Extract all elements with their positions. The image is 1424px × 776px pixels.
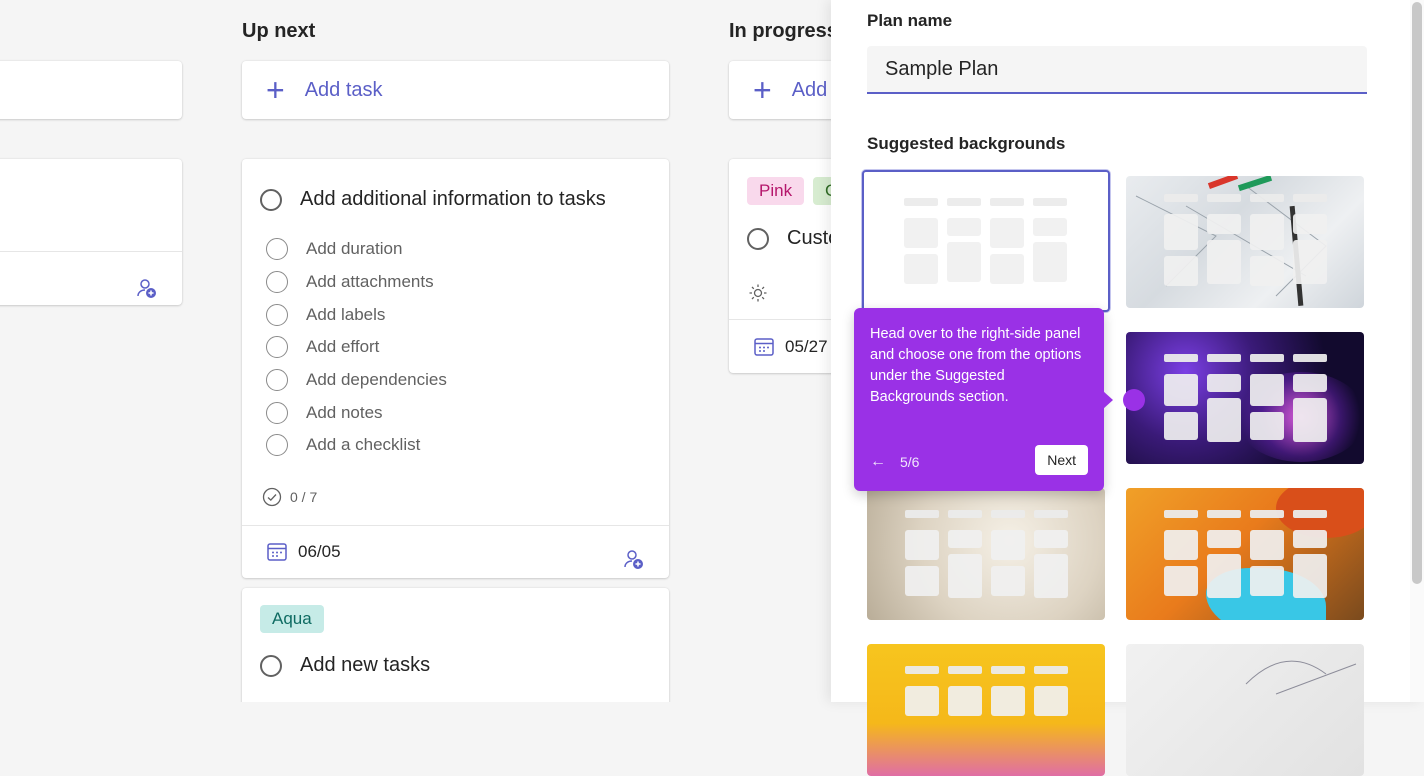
plus-icon: +	[753, 72, 772, 108]
background-option-light-sketch[interactable]	[1126, 644, 1364, 776]
task-title-row: Add new tasks	[260, 654, 430, 677]
task-card-add-new-tasks[interactable]: Aqua Add new tasks	[242, 588, 669, 702]
background-option-default[interactable]	[862, 170, 1110, 312]
task-complete-checkbox[interactable]	[260, 654, 282, 677]
tooltip-pointer	[1103, 391, 1113, 409]
tour-beacon[interactable]	[1123, 389, 1145, 411]
label-tag-green: G	[813, 177, 831, 205]
board-preview-graphic	[904, 198, 1067, 284]
board-preview-graphic	[1164, 194, 1327, 286]
background-option-yellow-geometric[interactable]	[867, 644, 1105, 776]
tooltip-next-button[interactable]: Next	[1035, 445, 1088, 475]
suggested-backgrounds-label: Suggested backgrounds	[867, 134, 1066, 153]
due-date[interactable]: 06/05	[266, 541, 341, 563]
plan-name-input[interactable]	[867, 46, 1367, 94]
partial-add-task-card[interactable]	[0, 61, 182, 119]
task-card-additional-info[interactable]: Add additional information to tasks Add …	[242, 159, 669, 578]
checklist: Add duration Add attachments Add labels …	[266, 233, 447, 462]
task-card-in-progress[interactable]: Pink G Custo 05/27	[729, 159, 831, 373]
add-task-button[interactable]: + Add	[729, 61, 831, 119]
board-preview-graphic	[905, 666, 1068, 716]
calendar-icon	[267, 543, 287, 561]
panel-scrollbar[interactable]	[1410, 0, 1424, 702]
add-task-button[interactable]: + Add task	[242, 61, 669, 119]
background-option-purple-nebula[interactable]	[1126, 332, 1364, 464]
checklist-checkbox[interactable]	[266, 303, 288, 326]
background-option-orange-abstract[interactable]	[1126, 488, 1364, 620]
check-circle-icon	[262, 487, 282, 507]
tooltip-text: Head over to the right-side panel and ch…	[870, 326, 1082, 405]
board-preview-graphic	[905, 510, 1068, 598]
label-tag-pink: Pink	[747, 177, 805, 205]
sketch-lines-graphic	[1245, 660, 1357, 695]
task-title: Custo	[787, 227, 831, 249]
task-title: Add additional information to tasks	[300, 188, 606, 210]
label-tag-aqua: Aqua	[260, 605, 324, 633]
background-option-beige-blocks[interactable]	[867, 488, 1105, 620]
plus-icon: +	[266, 72, 285, 108]
card-divider	[729, 319, 831, 320]
board: Up next + Add task Add additional inform…	[0, 0, 831, 702]
task-title-row: Add additional information to tasks	[260, 188, 606, 211]
scrollbar-thumb[interactable]	[1412, 2, 1422, 584]
task-complete-checkbox[interactable]	[260, 188, 282, 211]
checklist-item[interactable]: Add attachments	[266, 266, 447, 299]
checklist-progress: 0 / 7	[262, 487, 317, 507]
checklist-item[interactable]: Add labels	[266, 298, 447, 331]
assign-user-icon[interactable]	[622, 548, 646, 572]
checklist-checkbox[interactable]	[266, 369, 288, 392]
checklist-item[interactable]: Add dependencies	[266, 364, 447, 397]
tooltip-step-nav: ← 5/6	[870, 453, 919, 471]
checklist-item[interactable]: Add effort	[266, 331, 447, 364]
add-task-label: Add task	[304, 78, 383, 101]
tooltip-step-counter: 5/6	[900, 454, 920, 470]
background-option-blueprint[interactable]	[1126, 176, 1364, 308]
card-divider	[242, 525, 669, 526]
column-title-in-progress: In progress	[729, 20, 831, 42]
task-complete-checkbox[interactable]	[747, 227, 769, 250]
back-arrow-icon[interactable]: ←	[870, 453, 886, 471]
add-task-label: Add	[791, 78, 828, 101]
checklist-item[interactable]: Add a checklist	[266, 429, 447, 462]
guide-tooltip: Head over to the right-side panel and ch…	[854, 308, 1113, 491]
checklist-checkbox[interactable]	[266, 238, 288, 261]
board-preview-graphic	[1164, 510, 1327, 598]
task-title-row: Custo	[747, 227, 831, 250]
task-title: Add new tasks	[300, 654, 431, 676]
checklist-item[interactable]: Add notes	[266, 396, 447, 429]
calendar-icon	[754, 338, 774, 356]
checklist-checkbox[interactable]	[266, 401, 288, 424]
card-divider	[0, 251, 182, 252]
board-preview-graphic	[1164, 354, 1327, 442]
checklist-checkbox[interactable]	[266, 336, 288, 359]
partial-task-card[interactable]	[0, 159, 182, 305]
column-title-up-next: Up next	[242, 20, 316, 42]
checklist-item[interactable]: Add duration	[266, 233, 447, 266]
checklist-checkbox[interactable]	[266, 271, 288, 294]
priority-sun-icon	[749, 284, 767, 302]
assign-user-icon[interactable]	[135, 277, 159, 301]
due-date[interactable]: 05/27	[753, 336, 828, 358]
checklist-checkbox[interactable]	[266, 434, 288, 457]
plan-name-label: Plan name	[867, 11, 953, 30]
